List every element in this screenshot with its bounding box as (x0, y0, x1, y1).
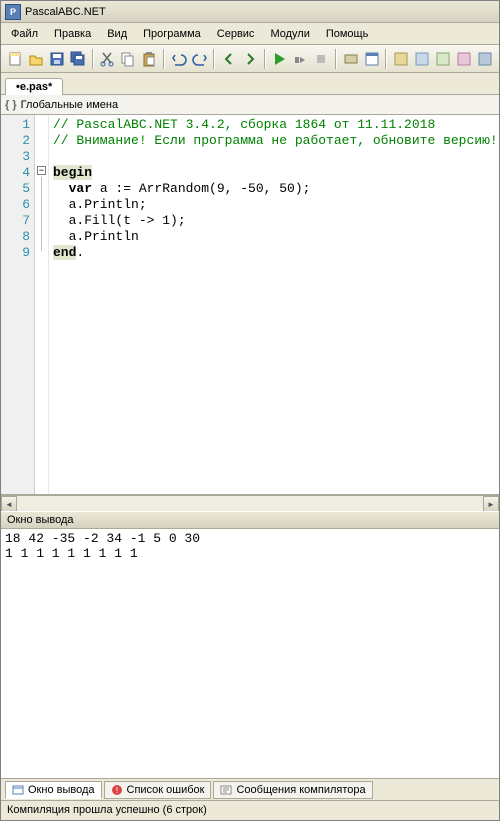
line-number: 4 (1, 165, 34, 181)
menu-view[interactable]: Вид (99, 25, 135, 43)
save-icon[interactable] (47, 48, 66, 70)
line-number: 9 (1, 245, 34, 261)
scroll-track[interactable] (17, 496, 483, 511)
tool1-icon[interactable] (391, 48, 410, 70)
paste-icon[interactable] (140, 48, 159, 70)
line-gutter: 1 2 3 4 5 6 7 8 9 (1, 115, 35, 494)
tab-output[interactable]: Окно вывода (5, 781, 102, 799)
menu-program[interactable]: Программа (135, 25, 209, 43)
tool4-icon[interactable] (455, 48, 474, 70)
errors-tab-icon: ! (111, 784, 123, 796)
window-title: PascalABC.NET (25, 6, 106, 18)
toolbar (1, 45, 499, 73)
stop-icon[interactable] (312, 48, 331, 70)
file-tab[interactable]: •e.pas* (5, 78, 63, 95)
fold-column: − (35, 115, 49, 494)
toolbar-separator (213, 49, 215, 69)
editor-horizontal-scrollbar[interactable]: ◄ ► (1, 495, 499, 511)
scope-braces-icon: { } (5, 99, 17, 111)
scroll-right-icon[interactable]: ► (483, 496, 499, 512)
output-panel-header: Окно вывода (1, 511, 499, 529)
menu-modules[interactable]: Модули (262, 25, 317, 43)
titlebar: P PascalABC.NET (1, 1, 499, 23)
output-panel[interactable]: 18 42 -35 -2 34 -1 5 0 30 1 1 1 1 1 1 1 … (1, 529, 499, 778)
code-line: var a := ArrRandom(9, -50, 50); (53, 181, 310, 196)
tab-label: Окно вывода (28, 784, 95, 796)
line-number: 1 (1, 117, 34, 133)
code-line: // Внимание! Если программа не работает,… (53, 133, 498, 148)
scroll-left-icon[interactable]: ◄ (1, 496, 17, 512)
navigate-forward-icon[interactable] (240, 48, 259, 70)
status-text: Компиляция прошла успешно (6 строк) (7, 804, 207, 816)
code-line: a.Println; (53, 197, 147, 212)
menu-help[interactable]: Помощь (318, 25, 377, 43)
line-number: 5 (1, 181, 34, 197)
tool2-icon[interactable] (412, 48, 431, 70)
run-icon[interactable] (270, 48, 289, 70)
output-line: 1 1 1 1 1 1 1 1 1 (5, 546, 138, 561)
line-number: 2 (1, 133, 34, 149)
tab-bar: •e.pas* (1, 73, 499, 95)
code-editor[interactable]: 1 2 3 4 5 6 7 8 9 − // PascalABC.NET 3.4… (1, 115, 499, 495)
open-file-icon[interactable] (26, 48, 45, 70)
menu-edit[interactable]: Правка (46, 25, 99, 43)
status-bar: Компиляция прошла успешно (6 строк) (1, 800, 499, 820)
navigate-back-icon[interactable] (219, 48, 238, 70)
code-line: // PascalABC.NET 3.4.2, сборка 1864 от 1… (53, 117, 435, 132)
toolbar-separator (385, 49, 387, 69)
app-icon: P (5, 4, 21, 20)
line-number: 6 (1, 197, 34, 213)
tool5-icon[interactable] (476, 48, 495, 70)
cut-icon[interactable] (98, 48, 117, 70)
messages-tab-icon (220, 784, 232, 796)
scope-label: Глобальные имена (21, 99, 119, 111)
code-keyword-begin: begin (53, 165, 92, 180)
fold-line (41, 177, 42, 251)
code-line: a.Fill(t -> 1); (53, 213, 186, 228)
new-file-icon[interactable] (5, 48, 24, 70)
tab-errors[interactable]: ! Список ошибок (104, 781, 212, 799)
menu-service[interactable]: Сервис (209, 25, 263, 43)
menubar: Файл Правка Вид Программа Сервис Модули … (1, 23, 499, 45)
fold-toggle-icon[interactable]: − (37, 166, 46, 175)
form-icon[interactable] (362, 48, 381, 70)
code-content[interactable]: // PascalABC.NET 3.4.2, сборка 1864 от 1… (49, 115, 499, 494)
compile-icon[interactable] (341, 48, 360, 70)
save-all-icon[interactable] (68, 48, 87, 70)
tab-label: Список ошибок (127, 784, 205, 796)
line-number: 7 (1, 213, 34, 229)
tab-compiler-messages[interactable]: Сообщения компилятора (213, 781, 372, 799)
menu-file[interactable]: Файл (3, 25, 46, 43)
step-icon[interactable] (291, 48, 310, 70)
bottom-tab-bar: Окно вывода ! Список ошибок Сообщения ко… (1, 778, 499, 800)
scope-bar[interactable]: { } Глобальные имена (1, 95, 499, 115)
output-line: 18 42 -35 -2 34 -1 5 0 30 (5, 531, 200, 546)
output-tab-icon (12, 784, 24, 796)
toolbar-separator (264, 49, 266, 69)
redo-icon[interactable] (190, 48, 209, 70)
code-line: end. (53, 245, 84, 260)
svg-text:!: ! (115, 786, 117, 795)
undo-icon[interactable] (169, 48, 188, 70)
toolbar-separator (163, 49, 165, 69)
line-number: 3 (1, 149, 34, 165)
copy-icon[interactable] (119, 48, 138, 70)
toolbar-separator (92, 49, 94, 69)
line-number: 8 (1, 229, 34, 245)
toolbar-separator (335, 49, 337, 69)
tab-label: Сообщения компилятора (236, 784, 365, 796)
tool3-icon[interactable] (434, 48, 453, 70)
code-line: a.Println (53, 229, 139, 244)
